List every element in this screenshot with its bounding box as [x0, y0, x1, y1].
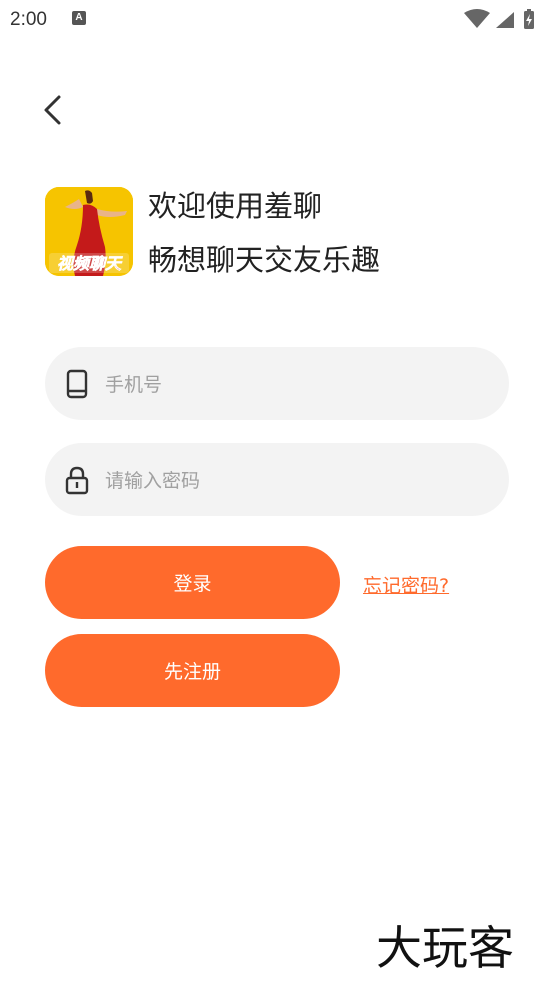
watermark-logo: 大玩客	[376, 921, 514, 974]
notification-a-icon: A	[72, 11, 86, 25]
password-input[interactable]	[103, 443, 487, 518]
phone-input[interactable]	[103, 347, 487, 422]
battery-icon	[524, 9, 534, 29]
cell-signal-icon	[496, 12, 514, 28]
forgot-password-link[interactable]: 忘记密码?	[363, 571, 449, 598]
system-status-icons	[464, 9, 534, 29]
back-arrow-icon[interactable]	[40, 93, 70, 127]
logo-text: 视频聊天	[57, 254, 123, 273]
wifi-icon	[464, 9, 490, 28]
phone-field[interactable]	[45, 347, 509, 422]
app-logo: 视频聊天	[45, 187, 133, 276]
watermark-text: 大玩客	[376, 921, 514, 974]
login-button[interactable]: 登录	[45, 546, 340, 619]
slogan-text: 畅想聊天交友乐趣	[148, 243, 381, 277]
status-bar: 2:00 A	[0, 0, 554, 40]
password-field[interactable]	[45, 443, 509, 518]
woman-in-red-dress-image: 视频聊天	[45, 187, 133, 276]
lock-icon	[65, 466, 89, 495]
phone-icon	[66, 369, 88, 399]
register-button[interactable]: 先注册	[45, 634, 340, 707]
status-time: 2:00	[10, 9, 47, 30]
welcome-title: 欢迎使用羞聊	[148, 189, 323, 223]
